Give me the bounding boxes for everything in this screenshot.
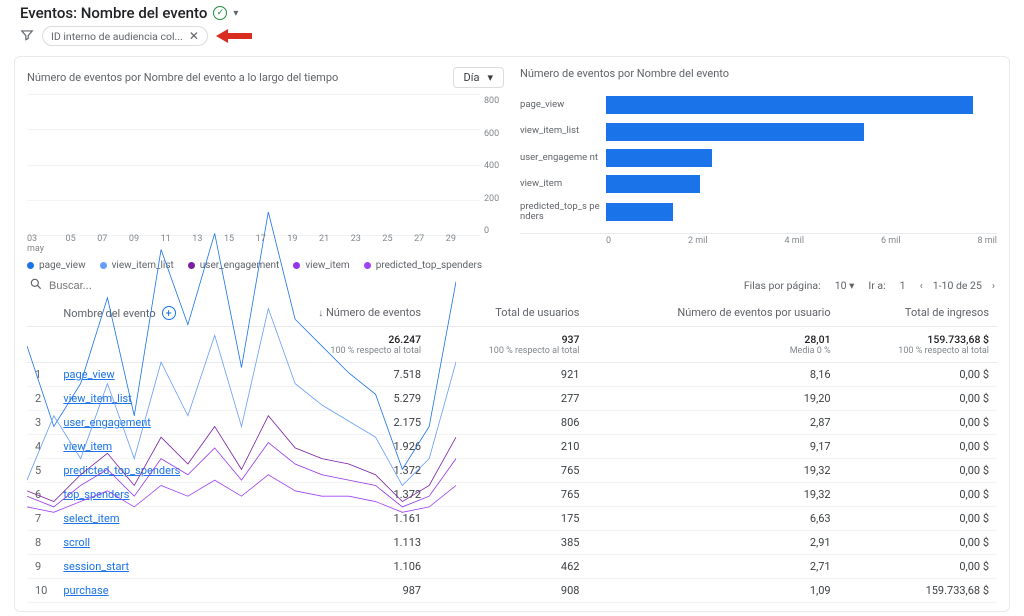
title-dropdown-icon[interactable]: ▾ bbox=[233, 8, 238, 19]
pagination: Filas por página: 10 ▾ Ir a: 1 ‹ 1-10 de… bbox=[744, 277, 995, 294]
line-chart-title: Número de eventos por Nombre del evento … bbox=[27, 71, 338, 84]
table-row: 10purchase9879081,09159.733,68 $ bbox=[27, 579, 997, 603]
check-icon: ✓ bbox=[213, 6, 227, 20]
chevron-down-icon: ▾ bbox=[849, 279, 854, 292]
event-link[interactable]: scroll bbox=[63, 536, 90, 549]
page-range: 1-10 de 25 bbox=[933, 279, 982, 292]
event-link[interactable]: session_start bbox=[63, 560, 129, 573]
bar-row: predicted_top_s penders bbox=[520, 202, 997, 223]
chevron-right-icon[interactable]: › bbox=[992, 279, 995, 292]
filter-chip[interactable]: ID interno de audiencia col... ✕ bbox=[42, 26, 208, 46]
bar-row: user_engageme nt bbox=[520, 149, 997, 167]
line-chart: Número de eventos por Nombre del evento … bbox=[27, 67, 504, 271]
rows-per-page-label: Filas por página: bbox=[744, 279, 821, 292]
bar-row: view_item_list bbox=[520, 123, 997, 141]
bar-row: page_view bbox=[520, 96, 997, 114]
bar-chart: Número de eventos por Nombre del evento … bbox=[520, 67, 997, 271]
table-row: 8scroll1.1133852,910,00 $ bbox=[27, 531, 997, 555]
bar-chart-title: Número de eventos por Nombre del evento bbox=[520, 67, 729, 80]
goto-label: Ir a: bbox=[868, 279, 885, 292]
filter-chip-label: ID interno de audiencia col... bbox=[51, 30, 183, 43]
arrow-indicator bbox=[216, 29, 252, 43]
rows-per-page-select[interactable]: 10 ▾ bbox=[831, 277, 859, 294]
table-row: 9session_start1.1064622,710,00 $ bbox=[27, 555, 997, 579]
granularity-select[interactable]: Día ▾ bbox=[453, 67, 504, 88]
chevron-left-icon[interactable]: ‹ bbox=[920, 279, 923, 292]
bar-row: view_item bbox=[520, 175, 997, 193]
col-epu[interactable]: Número de eventos por usuario bbox=[587, 300, 838, 327]
goto-page-value[interactable]: 1 bbox=[896, 277, 910, 294]
filter-icon[interactable] bbox=[20, 28, 34, 45]
close-icon[interactable]: ✕ bbox=[189, 29, 199, 43]
chevron-down-icon: ▾ bbox=[487, 71, 493, 84]
event-link[interactable]: purchase bbox=[63, 584, 108, 597]
page-title: Eventos: Nombre del evento bbox=[20, 4, 207, 22]
col-revenue[interactable]: Total de ingresos bbox=[839, 300, 997, 327]
